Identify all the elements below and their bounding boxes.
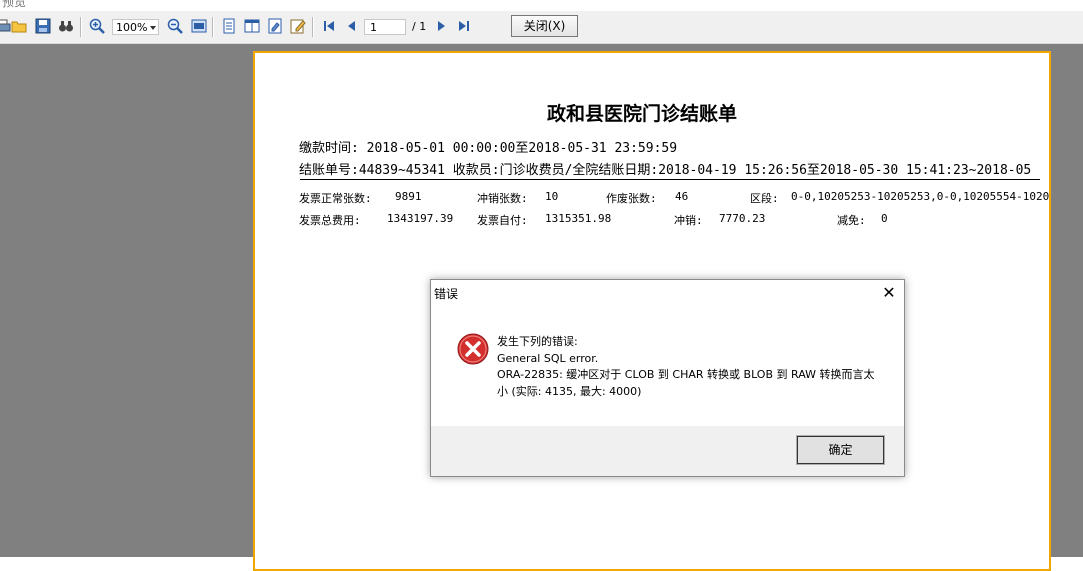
first-page-icon[interactable] xyxy=(320,17,338,35)
label-reversed-invoices: 冲销张数: xyxy=(477,192,528,205)
open-icon[interactable] xyxy=(10,17,28,35)
page-number-input[interactable]: 1 xyxy=(364,19,406,35)
dialog-title: 错误 xyxy=(434,287,459,301)
edit-icon[interactable] xyxy=(289,17,307,35)
close-icon[interactable]: ✕ xyxy=(879,283,899,303)
page-setup-icon[interactable] xyxy=(266,17,284,35)
toolbar-separator xyxy=(212,17,214,37)
value-total-fee: 1343197.39 xyxy=(387,212,454,225)
value-discount: 0 xyxy=(881,212,888,225)
last-page-icon[interactable] xyxy=(455,17,473,35)
next-page-icon[interactable] xyxy=(432,17,450,35)
zoom-out-icon[interactable] xyxy=(166,17,184,35)
prev-page-icon[interactable] xyxy=(343,17,361,35)
ok-button[interactable]: 确定 xyxy=(796,435,885,465)
label-self-pay: 发票自付: xyxy=(477,214,528,227)
label-voided-invoices: 作废张数: xyxy=(606,192,657,205)
label-normal-invoices: 发票正常张数: xyxy=(299,192,372,205)
error-message: 发生下列的错误: General SQL error. ORA-22835: 缓… xyxy=(497,334,877,400)
report-divider xyxy=(300,179,1040,180)
value-reversal: 7770.23 xyxy=(719,212,766,225)
error-line-4: 小 (实际: 4135, 最大: 4000) xyxy=(497,384,642,398)
value-range: 0-0,10205253-10205253,0-0,10205554-1020 xyxy=(791,190,1050,203)
value-normal-invoices: 9891 xyxy=(395,190,422,203)
error-line-3: ORA-22835: 缓冲区对于 CLOB 到 CHAR 转换或 BLOB 到 … xyxy=(497,368,875,381)
label-reversal: 冲销: xyxy=(674,214,703,227)
value-voided-invoices: 46 xyxy=(675,190,689,203)
toolbar-separator xyxy=(80,17,82,37)
report-pay-period: 缴款时间: 2018-05-01 00:00:00至2018-05-31 23:… xyxy=(299,141,678,156)
error-line-1: 发生下列的错误: xyxy=(497,335,578,348)
page-total: / 1 xyxy=(412,20,427,33)
error-dialog: 错误 ✕ 发生下列的错误: General SQL error. ORA-228… xyxy=(430,279,905,477)
label-discount: 减免: xyxy=(837,214,866,227)
one-page-icon[interactable] xyxy=(220,17,238,35)
label-range: 区段: xyxy=(750,192,779,205)
chevron-down-icon xyxy=(150,26,156,30)
zoom-in-icon[interactable] xyxy=(88,17,106,35)
window-title-bar: 预览 xyxy=(0,0,1083,11)
zoom-value: 100% xyxy=(116,21,148,34)
page-width-icon[interactable] xyxy=(190,17,208,35)
close-preview-button[interactable]: 关闭(X) xyxy=(511,15,578,37)
report-title: 政和县医院门诊结账单 xyxy=(547,103,738,125)
zoom-select[interactable]: 100% xyxy=(112,19,159,35)
window-title: 预览 xyxy=(2,0,27,9)
toolbar: 100% 1 / 1 关闭(X) xyxy=(0,11,1083,44)
multi-page-icon[interactable] xyxy=(243,17,261,35)
value-self-pay: 1315351.98 xyxy=(545,212,612,225)
label-total-fee: 发票总费用: xyxy=(299,214,361,227)
toolbar-separator xyxy=(312,17,314,37)
report-settlement-info: 结账单号:44839~45341 收款员:门诊收费员/全院结账日期:2018-0… xyxy=(299,163,1032,178)
dialog-footer: 确定 xyxy=(431,426,904,476)
find-icon[interactable] xyxy=(57,17,75,35)
error-icon xyxy=(457,333,489,368)
error-line-2: General SQL error. xyxy=(497,351,599,365)
value-reversed-invoices: 10 xyxy=(545,190,559,203)
save-icon[interactable] xyxy=(34,17,52,35)
